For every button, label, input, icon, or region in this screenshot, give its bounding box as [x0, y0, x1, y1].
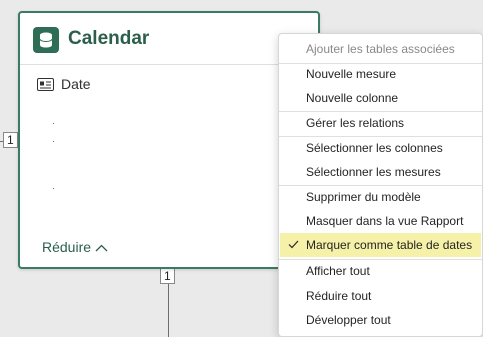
- database-icon: [33, 27, 59, 53]
- menu-item-new-column[interactable]: Nouvelle colonne: [280, 86, 481, 110]
- table-title: Calendar: [68, 28, 150, 49]
- menu-item-mark-as-date-table[interactable]: Marquer comme table de dates: [280, 233, 481, 257]
- faint-dot: [53, 123, 54, 124]
- menu-item-manage-relationships[interactable]: Gérer les relations: [280, 111, 481, 135]
- menu-item-show-all[interactable]: Afficher tout: [280, 259, 481, 283]
- collapse-label: Réduire: [42, 239, 92, 255]
- field-label-date: Date: [61, 76, 91, 92]
- cardinality-label-bottom: 1: [160, 268, 175, 284]
- menu-item-label: Marquer comme table de dates: [306, 238, 473, 252]
- cardinality-label-left: 1: [3, 132, 18, 148]
- table-card-header[interactable]: Calendar: [20, 13, 318, 65]
- collapse-button[interactable]: Réduire: [42, 239, 108, 255]
- faint-dot: [53, 141, 54, 142]
- calendar-table-card[interactable]: Calendar Date Réduire: [18, 11, 320, 269]
- menu-item-hide-in-report-view[interactable]: Masquer dans la vue Rapport: [280, 209, 481, 233]
- menu-item-select-columns[interactable]: Sélectionner les colonnes: [280, 136, 481, 160]
- faint-dot: [53, 188, 54, 189]
- checkmark-icon: [288, 233, 299, 257]
- menu-item-expand-all[interactable]: Développer tout: [280, 308, 481, 332]
- menu-item-select-measures[interactable]: Sélectionner les mesures: [280, 160, 481, 184]
- menu-item-remove-from-model[interactable]: Supprimer du modèle: [280, 185, 481, 209]
- menu-item-new-measure[interactable]: Nouvelle mesure: [280, 62, 481, 86]
- menu-item-add-related-tables: Ajouter les tables associées: [306, 42, 455, 56]
- context-menu: Ajouter les tables associées Nouvelle me…: [278, 33, 483, 337]
- calendar-field-icon: [37, 78, 54, 96]
- field-row-date[interactable]: Date: [37, 75, 237, 95]
- menu-item-collapse-all[interactable]: Réduire tout: [280, 284, 481, 308]
- chevron-up-icon: [95, 240, 108, 255]
